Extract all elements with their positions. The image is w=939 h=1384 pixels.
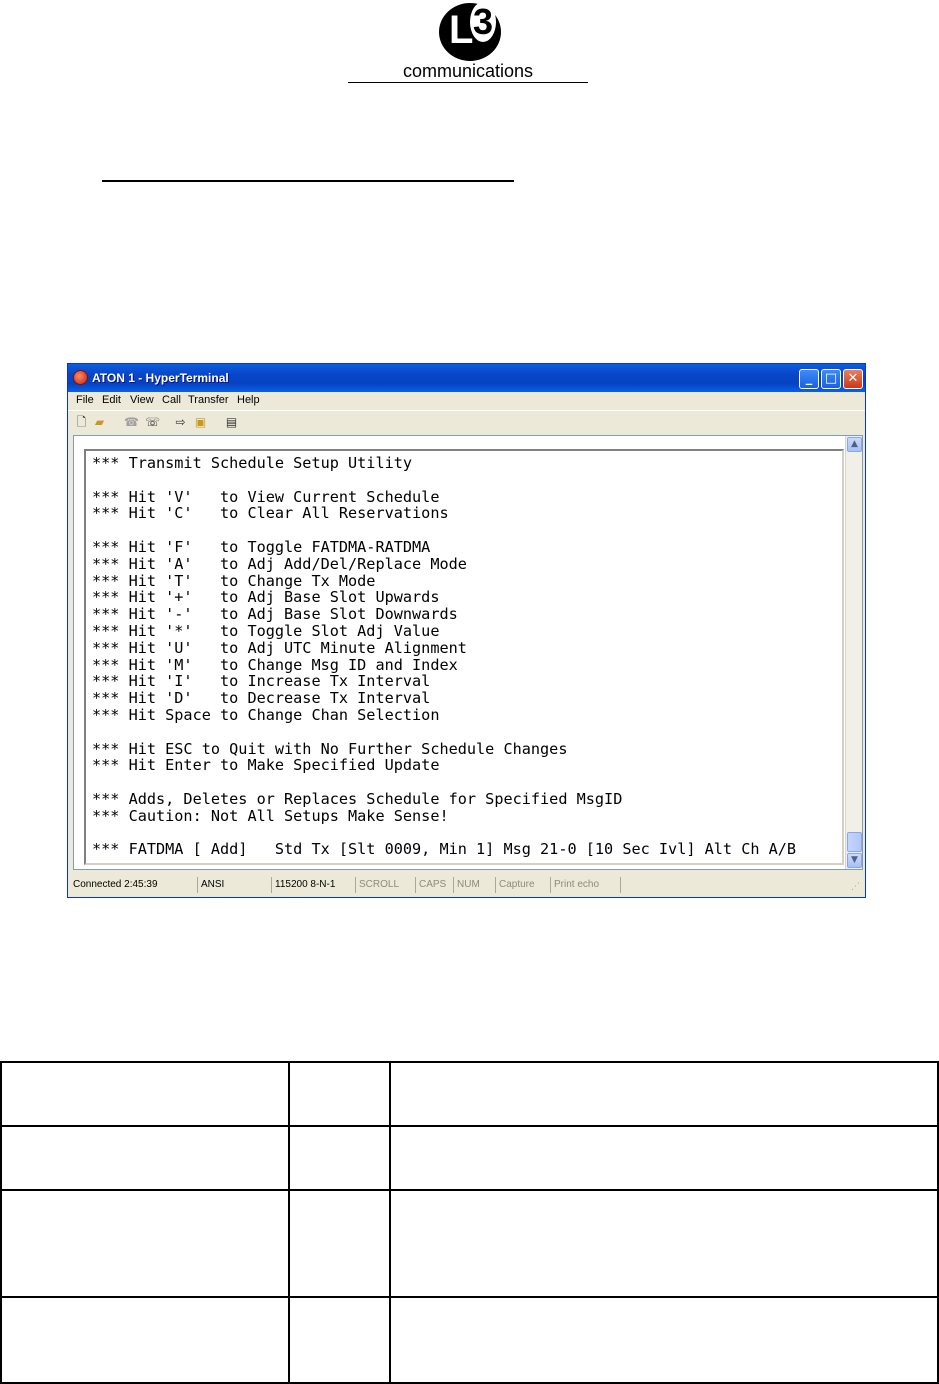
- dial-icon[interactable]: ☏: [145, 416, 160, 429]
- table-cell: [288, 1189, 392, 1298]
- menu-view[interactable]: View: [130, 394, 154, 406]
- toolbar: 🗋 ▰ ☎ ☏ ⇨ ▣ ▤: [68, 410, 865, 434]
- open-icon[interactable]: ▰: [93, 416, 106, 429]
- document-table: [0, 1061, 939, 1384]
- menu-help[interactable]: Help: [237, 394, 260, 406]
- status-caps: CAPS: [416, 877, 454, 893]
- resize-grip-icon[interactable]: ⋰: [851, 882, 863, 894]
- status-port: 115200 8-N-1: [272, 877, 356, 893]
- window-title: ATON 1 - HyperTerminal: [92, 371, 229, 385]
- table-cell: [0, 1296, 291, 1384]
- table-cell: [389, 1061, 939, 1127]
- title-bar[interactable]: ATON 1 - HyperTerminal _ □ ✕: [68, 364, 865, 392]
- send-icon[interactable]: ⇨: [174, 416, 187, 429]
- table-row: [0, 1125, 939, 1191]
- receive-icon[interactable]: ▣: [194, 416, 207, 429]
- status-print-echo: Print echo: [551, 877, 621, 893]
- table-cell: [389, 1189, 939, 1298]
- table-row: [0, 1061, 939, 1127]
- maximize-button[interactable]: □: [821, 369, 841, 389]
- terminal-screen[interactable]: *** Transmit Schedule Setup Utility *** …: [84, 449, 844, 865]
- status-connected: Connected 2:45:39: [70, 877, 198, 893]
- table-row: [0, 1296, 939, 1384]
- scroll-down-icon[interactable]: ▼: [847, 853, 862, 868]
- hyperterminal-app-icon[interactable]: [73, 370, 88, 385]
- close-button[interactable]: ✕: [843, 369, 863, 389]
- table-cell: [288, 1296, 392, 1384]
- menu-file[interactable]: File: [76, 394, 94, 406]
- table-row: [0, 1189, 939, 1298]
- logo-mark-3: 3: [470, 2, 497, 42]
- table-cell: [0, 1061, 291, 1127]
- logo-underline: [348, 82, 588, 83]
- status-scroll: SCROLL: [356, 877, 416, 893]
- table-cell: [0, 1125, 291, 1191]
- status-num: NUM: [454, 877, 496, 893]
- scroll-thumb[interactable]: [847, 832, 862, 852]
- table-cell: [389, 1296, 939, 1384]
- menu-bar: File Edit View Call Transfer Help: [68, 392, 865, 410]
- hyperterminal-window: ATON 1 - HyperTerminal _ □ ✕ File Edit V…: [67, 363, 866, 898]
- heading-underline: [102, 180, 514, 182]
- terminal-text: *** Transmit Schedule Setup Utility *** …: [92, 454, 797, 859]
- disconnect-icon[interactable]: ☎: [124, 416, 139, 429]
- status-bar: Connected 2:45:39 ANSI 115200 8-N-1 SCRO…: [68, 874, 865, 896]
- terminal-area[interactable]: *** Transmit Schedule Setup Utility *** …: [73, 435, 863, 870]
- table-cell: [389, 1125, 939, 1191]
- menu-transfer[interactable]: Transfer: [188, 394, 229, 406]
- properties-icon[interactable]: ▤: [225, 416, 238, 429]
- logo-text: communications: [402, 61, 534, 81]
- scroll-up-icon[interactable]: ▲: [847, 437, 862, 452]
- new-icon[interactable]: 🗋: [75, 416, 88, 429]
- vertical-scrollbar[interactable]: ▲ ▼: [845, 436, 862, 869]
- status-emulation: ANSI: [198, 877, 272, 893]
- minimize-button[interactable]: _: [799, 369, 819, 389]
- table-cell: [288, 1125, 392, 1191]
- menu-call[interactable]: Call: [162, 394, 181, 406]
- table-cell: [0, 1189, 291, 1298]
- table-cell: [288, 1061, 392, 1127]
- status-capture: Capture: [496, 877, 551, 893]
- l3-logo: L 3 communications: [348, 0, 588, 86]
- menu-edit[interactable]: Edit: [102, 394, 121, 406]
